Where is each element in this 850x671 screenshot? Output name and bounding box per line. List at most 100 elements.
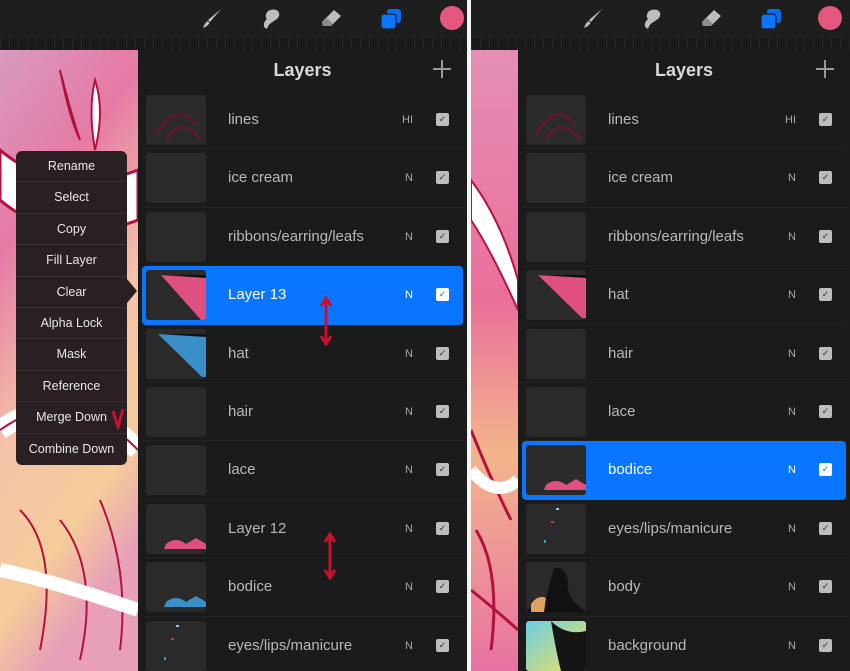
smudge-icon[interactable] (258, 6, 284, 32)
blend-mode-button[interactable]: N (405, 617, 413, 671)
blend-mode-button[interactable]: N (788, 325, 796, 383)
visibility-checkbox[interactable]: ✓ (819, 113, 832, 126)
blend-mode-button[interactable]: N (788, 441, 796, 499)
blend-mode-button[interactable]: N (405, 149, 413, 207)
add-layer-button[interactable] (431, 58, 453, 80)
menu-item-rename[interactable]: Rename (16, 151, 127, 183)
layer-row[interactable]: lines HI ✓ (142, 91, 463, 150)
visibility-checkbox[interactable]: ✓ (436, 638, 449, 652)
blend-mode-button[interactable]: N (788, 208, 796, 266)
smudge-icon[interactable] (639, 6, 665, 32)
add-layer-button[interactable] (814, 58, 836, 80)
panel-title: Layers (654, 60, 714, 80)
visibility-checkbox[interactable]: ✓ (436, 463, 449, 477)
layer-list: lines HI ✓ ice cream N ✓ ribbons/earring/leafs… (522, 91, 846, 671)
blend-mode-button[interactable]: N (788, 149, 796, 207)
layer-row[interactable]: hat N ✓ (522, 266, 846, 325)
visibility-checkbox[interactable]: ✓ (819, 171, 832, 185)
menu-item-fill-layer[interactable]: Fill Layer (16, 245, 127, 277)
visibility-checkbox[interactable]: ✓ (436, 229, 449, 243)
blend-mode-button[interactable]: N (788, 266, 796, 324)
visibility-checkbox[interactable]: ✓ (436, 171, 449, 185)
blend-mode-button[interactable]: N (405, 266, 413, 324)
visibility-checkbox[interactable]: ✓ (819, 580, 832, 594)
blend-mode-button[interactable]: N (405, 500, 413, 558)
blend-mode-button[interactable]: N (405, 383, 413, 441)
blend-mode-button[interactable]: N (788, 617, 796, 671)
layer-row[interactable]: Layer 12 N ✓ (142, 500, 463, 559)
menu-item-mask[interactable]: Mask (16, 339, 127, 371)
menu-item-clear[interactable]: Clear (16, 277, 127, 308)
eraser-icon[interactable] (318, 6, 344, 32)
layer-row[interactable]: lace N ✓ (142, 441, 463, 500)
menu-item-alpha-lock[interactable]: Alpha Lock (16, 308, 127, 340)
blend-mode-button[interactable]: HI (785, 91, 796, 149)
visibility-checkbox[interactable]: ✓ (819, 638, 832, 652)
layer-row[interactable]: ribbons/earring/leafs N ✓ (522, 208, 846, 267)
layer-name: hat (608, 286, 629, 304)
layer-row[interactable]: eyes/lips/manicure N ✓ (142, 617, 463, 671)
eraser-icon[interactable] (698, 6, 724, 32)
layer-row[interactable]: hair N ✓ (522, 325, 846, 383)
blend-mode-button[interactable]: N (788, 500, 796, 558)
visibility-checkbox[interactable]: ✓ (819, 229, 832, 243)
visibility-checkbox[interactable]: ✓ (819, 463, 832, 477)
visibility-checkbox[interactable]: ✓ (436, 113, 449, 126)
layer-row[interactable]: bodice N ✓ (142, 558, 463, 617)
layer-row[interactable]: background N ✓ (522, 617, 846, 671)
blend-mode-button[interactable]: N (405, 208, 413, 266)
layer-name: lines (228, 111, 259, 128)
layer-thumbnail (526, 328, 586, 379)
layer-row[interactable]: ice cream N ✓ (142, 149, 463, 208)
blend-mode-button[interactable]: N (405, 441, 413, 499)
blend-mode-button[interactable]: HI (402, 91, 413, 149)
layer-row[interactable]: body N ✓ (522, 558, 846, 617)
layer-thumbnail (146, 153, 206, 204)
visibility-checkbox[interactable]: ✓ (436, 521, 449, 535)
visibility-checkbox[interactable]: ✓ (436, 346, 449, 360)
ruler (471, 38, 850, 50)
menu-item-reference[interactable]: Reference (16, 371, 127, 403)
layers-icon[interactable] (378, 6, 404, 32)
layers-panel: Layers lines HI ✓ ice cream N ✓ ribbons/earrin… (138, 50, 467, 671)
artwork-canvas[interactable] (471, 50, 518, 671)
layer-row[interactable]: Layer 13 N ✓ (142, 266, 463, 325)
layer-name: ribbons/earring/leafs (608, 227, 744, 245)
layer-row[interactable]: hat N ✓ (142, 325, 463, 383)
blend-mode-button[interactable]: N (788, 558, 796, 616)
annotation-check-mark (111, 408, 125, 430)
brush-icon[interactable] (580, 6, 606, 32)
layer-row[interactable]: hair N ✓ (142, 383, 463, 442)
blend-mode-button[interactable]: N (405, 558, 413, 616)
layer-row[interactable]: eyes/lips/manicure N ✓ (522, 500, 846, 559)
color-swatch[interactable] (818, 6, 842, 30)
visibility-checkbox[interactable]: ✓ (819, 404, 832, 418)
layer-row[interactable]: lines HI ✓ (522, 91, 846, 150)
layer-row[interactable]: bodice N ✓ (522, 441, 846, 500)
layer-name: ice cream (608, 169, 674, 187)
layer-name: background (608, 636, 687, 654)
visibility-checkbox[interactable]: ✓ (819, 521, 832, 535)
brush-icon[interactable] (199, 6, 225, 32)
visibility-checkbox[interactable]: ✓ (436, 580, 449, 594)
layer-thumbnail (146, 270, 206, 321)
color-swatch[interactable] (440, 6, 464, 30)
layer-thumbnail (526, 270, 586, 321)
layers-icon[interactable] (758, 6, 784, 32)
menu-item-copy[interactable]: Copy (16, 214, 127, 246)
visibility-checkbox[interactable]: ✓ (436, 288, 449, 302)
blend-mode-button[interactable]: N (788, 383, 796, 441)
annotation-arrow-up-down (323, 532, 337, 580)
layer-row[interactable]: lace N ✓ (522, 383, 846, 442)
visibility-checkbox[interactable]: ✓ (436, 404, 449, 418)
layer-thumbnail (146, 620, 206, 671)
blend-mode-button[interactable]: N (405, 325, 413, 383)
menu-item-combine-down[interactable]: Combine Down (16, 434, 127, 465)
menu-item-select[interactable]: Select (16, 182, 127, 214)
visibility-checkbox[interactable]: ✓ (819, 346, 832, 360)
visibility-checkbox[interactable]: ✓ (819, 288, 832, 302)
layer-thumbnail (526, 95, 586, 145)
layer-row[interactable]: ice cream N ✓ (522, 149, 846, 208)
layer-row[interactable]: ribbons/earring/leafs N ✓ (142, 208, 463, 267)
top-toolbar (471, 0, 850, 38)
